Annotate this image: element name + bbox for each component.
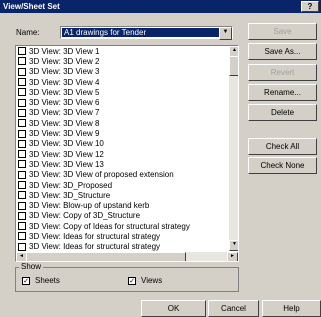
list-item[interactable]: 3D View: 3D View 8 xyxy=(16,118,224,128)
list-item[interactable]: 3D View: 3D View 3 xyxy=(16,67,224,77)
horizontal-scrollbar[interactable]: ◄ ► xyxy=(16,252,238,261)
horizontal-scroll-thumb[interactable] xyxy=(26,252,186,261)
list-item-checkbox[interactable] xyxy=(18,78,26,87)
list-item[interactable]: 3D View: 3D View 10 xyxy=(16,139,224,149)
list-item[interactable]: 3D View: Ideas for structural strategy xyxy=(16,231,224,241)
list-item-label: 3D View: 3D View 8 xyxy=(29,118,100,128)
list-item-label: 3D View: Ideas for structural strategy xyxy=(29,242,161,252)
list-item[interactable]: 3D View: 3D View 4 xyxy=(16,77,224,87)
list-item[interactable]: 3D View: 3D View 2 xyxy=(16,56,224,66)
scroll-down-icon[interactable]: ▼ xyxy=(229,240,238,251)
list-item-label: 3D View: 3D View 2 xyxy=(29,56,100,66)
list-item-checkbox[interactable] xyxy=(18,139,26,148)
name-label: Name: xyxy=(16,28,40,37)
help-button[interactable]: Help xyxy=(262,300,321,317)
revert-button[interactable]: Revert xyxy=(248,64,317,81)
list-item-label: 3D View: 3D View 3 xyxy=(29,67,100,77)
title-help-button[interactable]: ? xyxy=(301,1,319,12)
list-item-label: 3D View: 3D_Proposed xyxy=(29,180,113,190)
list-item-checkbox[interactable] xyxy=(18,47,26,56)
list-item[interactable]: 3D View: Copy of 3D_Structure xyxy=(16,211,224,221)
list-item[interactable]: 3D View: 3D View 13 xyxy=(16,159,224,169)
list-item-checkbox[interactable] xyxy=(18,57,26,66)
list-item-label: 3D View: Copy of 3D_Structure xyxy=(29,211,141,221)
view-set-name-select[interactable]: A1 drawings for Tender ▼ xyxy=(60,26,233,40)
list-item-label: 3D View: 3D_Structure xyxy=(29,190,111,200)
list-item[interactable]: 3D View: 3D View 9 xyxy=(16,128,224,138)
list-item-checkbox[interactable] xyxy=(18,160,26,169)
list-item-checkbox[interactable] xyxy=(18,129,26,138)
list-item-label: 3D View: 3D View 7 xyxy=(29,108,100,118)
list-item-checkbox[interactable] xyxy=(18,222,26,231)
sheets-label: Sheets xyxy=(35,276,60,285)
list-item[interactable]: 3D View: 3D_Proposed xyxy=(16,180,224,190)
list-item-checkbox[interactable] xyxy=(18,181,26,189)
list-item[interactable]: 3D View: Ideas for structural strategy xyxy=(16,242,224,252)
views-label: Views xyxy=(141,276,163,285)
delete-button[interactable]: Delete xyxy=(248,104,317,121)
list-item-checkbox[interactable] xyxy=(18,232,26,241)
list-item-label: 3D View: 3D View 12 xyxy=(29,149,104,159)
list-item-label: 3D View: 3D View 1 xyxy=(29,46,100,56)
list-item[interactable]: 3D View: 3D View 5 xyxy=(16,87,224,97)
list-item-label: 3D View: Ideas for structural strategy xyxy=(29,231,161,241)
list-item-label: 3D View: 3D View 4 xyxy=(29,77,100,87)
show-group-title: Show xyxy=(19,262,44,272)
save-as-button[interactable]: Save As... xyxy=(248,43,317,60)
list-item-label: 3D View: Copy of Ideas for structural st… xyxy=(29,221,190,231)
rename-button[interactable]: Rename... xyxy=(248,84,317,101)
scroll-right-icon[interactable]: ► xyxy=(227,252,238,261)
list-item[interactable]: 3D View: 3D View 7 xyxy=(16,108,224,118)
list-item-checkbox[interactable] xyxy=(18,170,26,179)
list-item-label: 3D View: 3D View 9 xyxy=(29,129,100,139)
list-item-label: 3D View: 3D View 6 xyxy=(29,98,100,108)
dropdown-arrow-icon[interactable]: ▼ xyxy=(219,27,232,40)
list-item[interactable]: 3D View: 3D View 6 xyxy=(16,97,224,107)
list-item-checkbox[interactable] xyxy=(18,88,26,97)
list-item[interactable]: 3D View: 3D View 1 xyxy=(16,46,224,56)
list-item-checkbox[interactable] xyxy=(18,201,26,210)
list-item-label: 3D View: Blow-up of upstand kerb xyxy=(29,201,150,211)
views-list-rows: 3D View: 3D View 1 3D View: 3D View 2 3D V… xyxy=(16,46,224,252)
list-item-checkbox[interactable] xyxy=(18,108,26,117)
list-item-checkbox[interactable] xyxy=(18,150,26,159)
list-item-checkbox[interactable] xyxy=(18,191,26,200)
list-item[interactable]: 3D View: 3D View 12 xyxy=(16,149,224,159)
list-item[interactable]: 3D View: 3D View of proposed extension xyxy=(16,170,224,180)
list-item-checkbox[interactable] xyxy=(18,98,26,107)
save-button[interactable]: Save xyxy=(248,23,317,40)
list-item-checkbox[interactable] xyxy=(18,242,26,251)
list-item-label: 3D View: 3D View 13 xyxy=(29,159,104,169)
scroll-thumb[interactable] xyxy=(229,56,238,76)
view-set-name-value: A1 drawings for Tender xyxy=(62,28,219,37)
list-item-label: 3D View: 3D View of proposed extension xyxy=(29,170,174,180)
list-item[interactable]: 3D View: Blow-up of upstand kerb xyxy=(16,200,224,210)
list-item-label: 3D View: 3D View 10 xyxy=(29,139,104,149)
list-item-checkbox[interactable] xyxy=(18,211,26,220)
check-all-button[interactable]: Check All xyxy=(248,138,317,155)
list-item[interactable]: 3D View: Copy of Ideas for structural st… xyxy=(16,221,224,231)
list-item-checkbox[interactable] xyxy=(18,67,26,76)
check-none-button[interactable]: Check None xyxy=(248,157,317,174)
ok-button[interactable]: OK xyxy=(141,300,206,317)
vertical-scrollbar[interactable]: ▲ ▼ xyxy=(229,46,238,251)
cancel-button[interactable]: Cancel xyxy=(208,300,259,317)
views-list[interactable]: 3D View: 3D View 1 3D View: 3D View 2 3D V… xyxy=(15,45,239,262)
list-item[interactable]: 3D View: 3D_Structure xyxy=(16,190,224,200)
list-item-checkbox[interactable] xyxy=(18,119,26,128)
sheets-checkbox[interactable]: ✓ xyxy=(22,277,30,285)
window-title: View/Sheet Set xyxy=(3,2,60,11)
list-item-label: 3D View: 3D View 5 xyxy=(29,87,100,97)
views-checkbox[interactable]: ✓ xyxy=(128,277,136,285)
